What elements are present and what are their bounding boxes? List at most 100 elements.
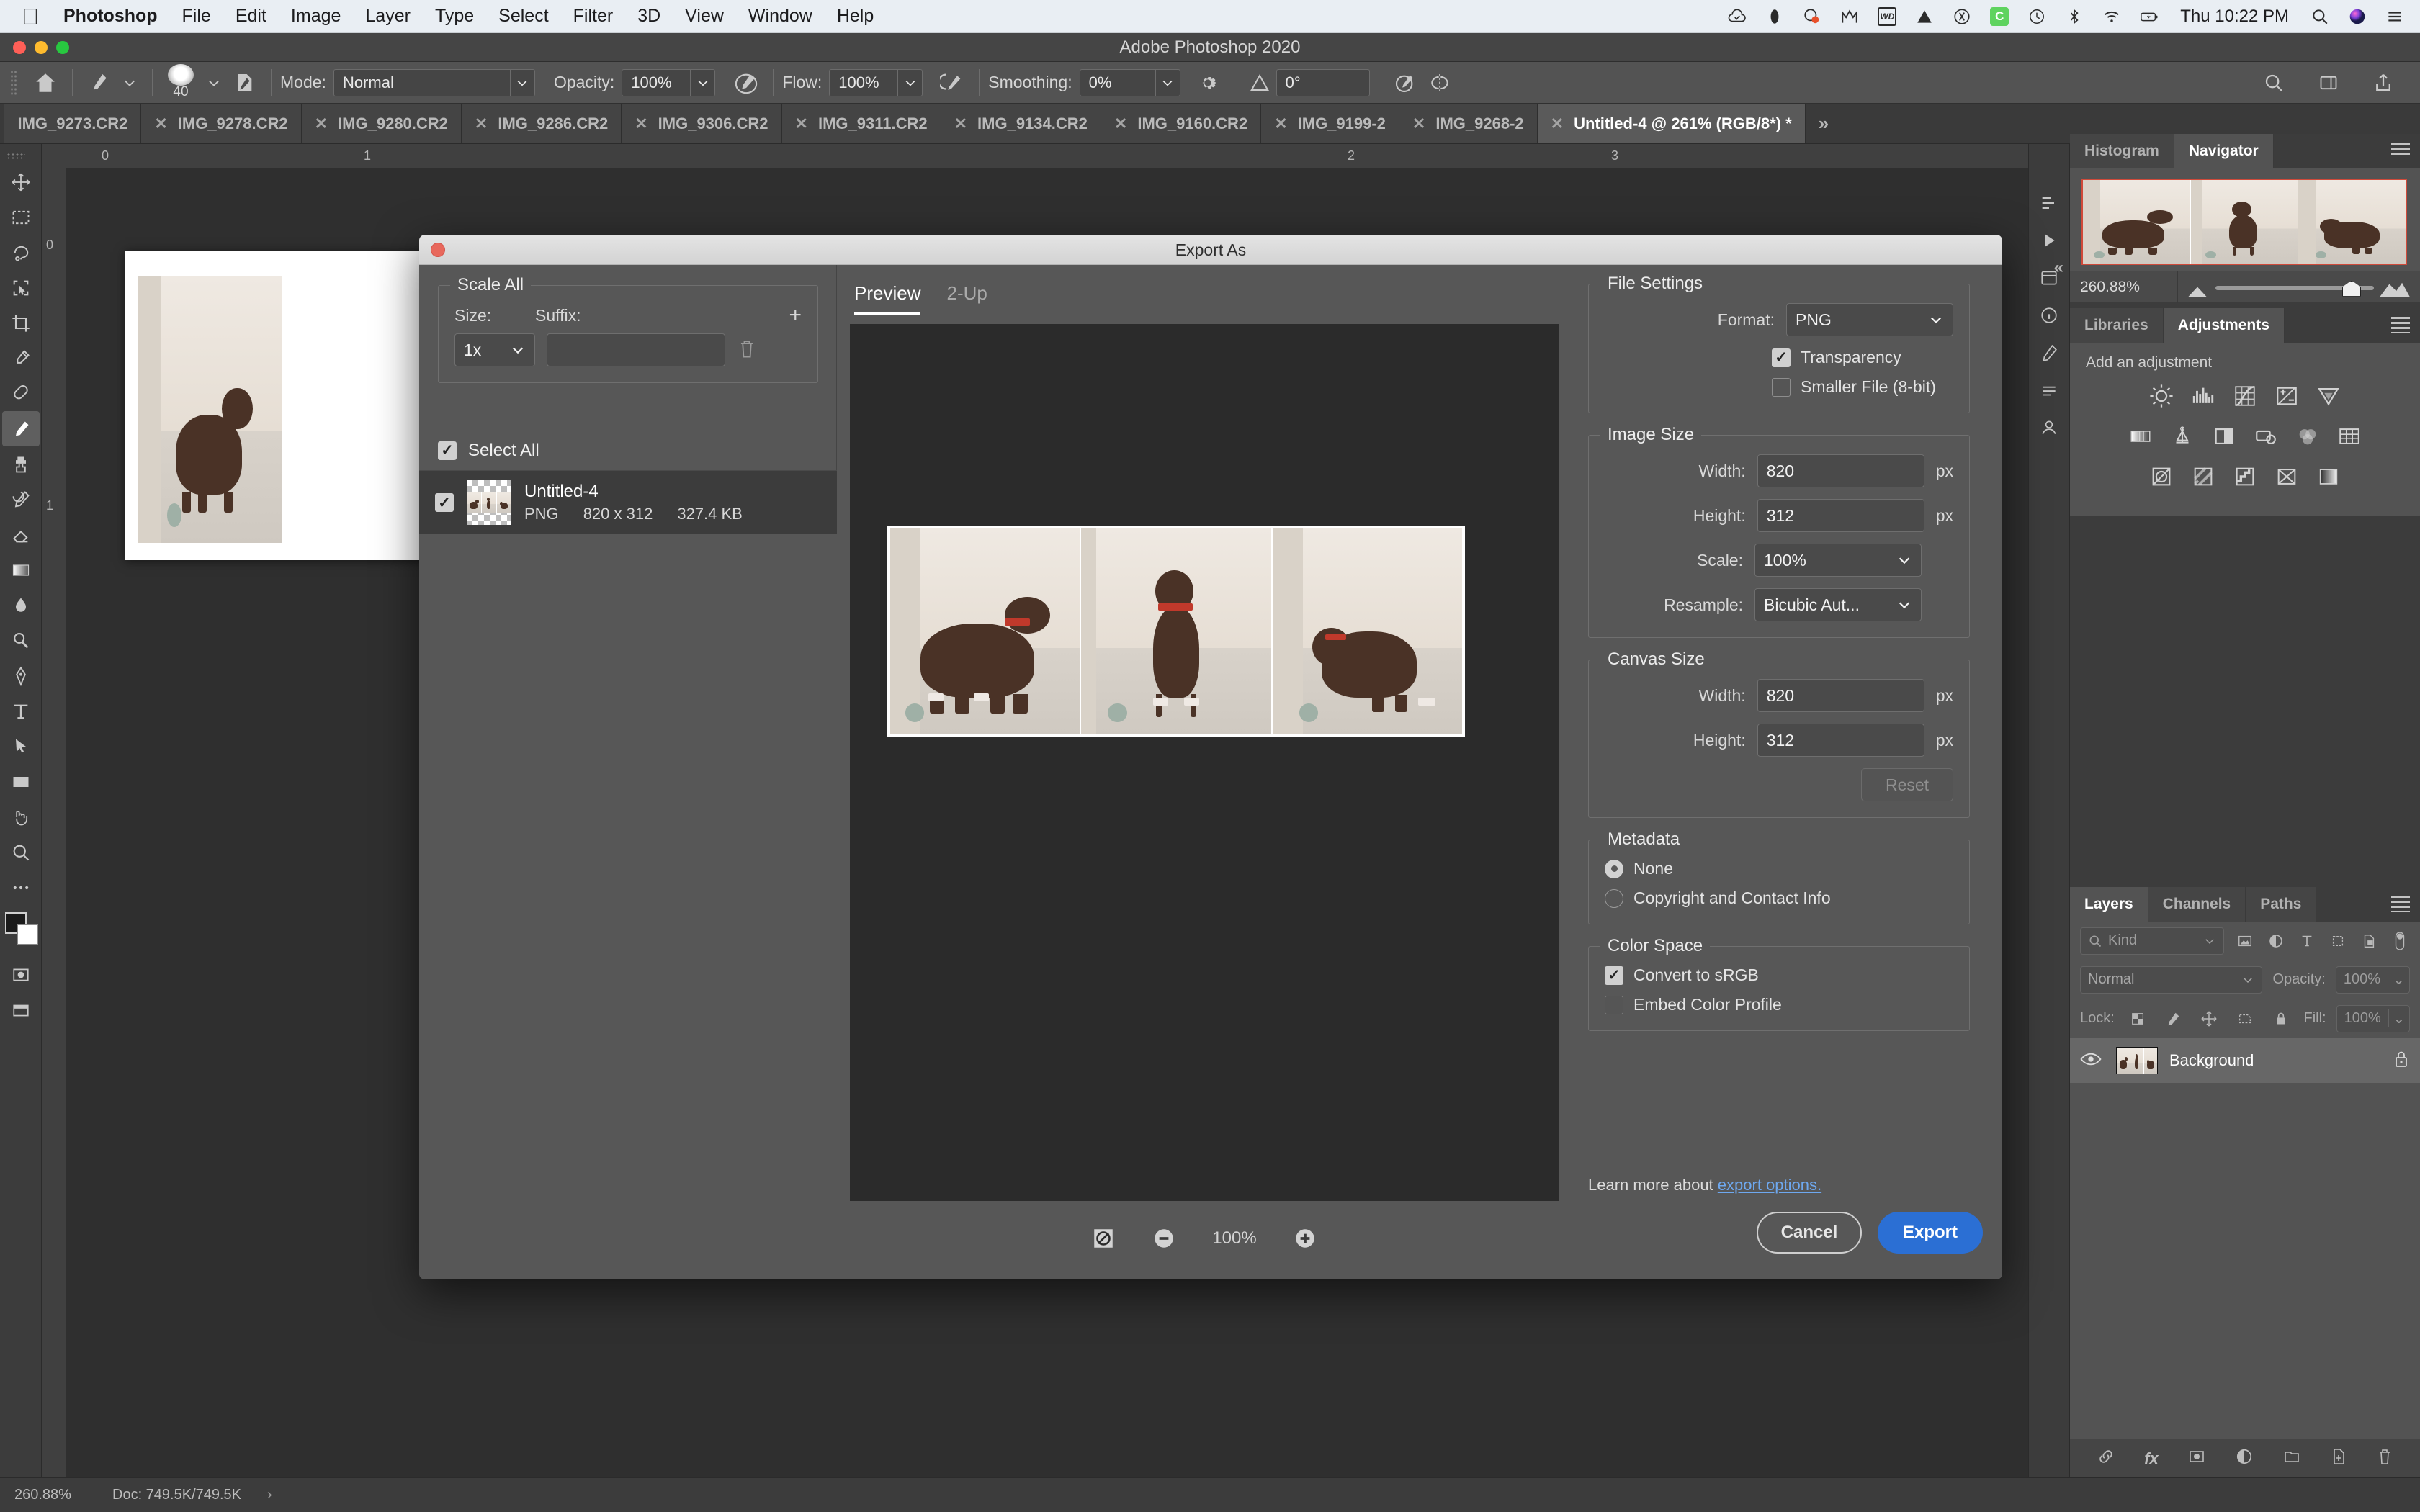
suffix-input[interactable] — [547, 333, 725, 366]
flow-input[interactable]: 100% — [829, 68, 923, 96]
close-icon[interactable]: ✕ — [1114, 114, 1127, 133]
menu-item-view[interactable]: View — [685, 6, 724, 27]
pressure-size-icon[interactable] — [1388, 67, 1422, 99]
curves-icon[interactable] — [2231, 382, 2259, 410]
rectangle-tool-icon[interactable] — [2, 764, 40, 799]
menu-item-filter[interactable]: Filter — [573, 6, 614, 27]
tab-histogram[interactable]: Histogram — [2070, 134, 2174, 168]
plus-icon[interactable]: + — [789, 305, 802, 326]
smart-object-filter-icon[interactable] — [2358, 929, 2379, 953]
control-center-icon[interactable] — [2385, 7, 2404, 26]
preview-stage[interactable] — [850, 324, 1559, 1201]
menu-bar-clock[interactable]: Thu 10:22 PM — [2180, 6, 2289, 27]
smaller-file-checkbox[interactable] — [1772, 377, 1791, 397]
history-panel-icon[interactable] — [2030, 184, 2068, 222]
shape-filter-icon[interactable] — [2327, 929, 2348, 953]
pressure-opacity-icon[interactable] — [728, 67, 764, 99]
close-icon[interactable]: ✕ — [1412, 114, 1425, 133]
export-options-link[interactable]: export options. — [1718, 1176, 1821, 1194]
bluetooth-app-icon[interactable] — [1953, 7, 1971, 26]
metadata-none-radio[interactable] — [1605, 859, 1623, 878]
canvas-width-input[interactable]: 820 — [1757, 679, 1924, 712]
invert-icon[interactable] — [2147, 462, 2176, 491]
close-icon[interactable]: ✕ — [315, 114, 328, 133]
tab-img-9134[interactable]: ✕ IMG_9134.CR2 — [941, 104, 1101, 143]
actions-panel-icon[interactable] — [2030, 222, 2068, 259]
tab-img-9311[interactable]: ✕ IMG_9311.CR2 — [781, 104, 941, 143]
convert-srgb-row[interactable]: ✓ Convert to sRGB — [1605, 966, 1953, 985]
angle-input[interactable]: 0° — [1276, 68, 1370, 96]
close-icon[interactable]: ✕ — [475, 114, 488, 133]
pixel-filter-icon[interactable] — [2234, 929, 2255, 953]
brush-settings-icon[interactable] — [228, 67, 262, 99]
black-white-icon[interactable] — [2210, 422, 2238, 451]
tab-img-9280[interactable]: ✕ IMG_9280.CR2 — [301, 104, 462, 143]
dodge-tool-icon[interactable] — [2, 623, 40, 658]
smoothing-input[interactable]: 0% — [1079, 68, 1180, 96]
trash-icon[interactable] — [737, 338, 757, 363]
menu-item-file[interactable]: File — [182, 6, 211, 27]
format-select[interactable]: PNG — [1786, 303, 1953, 336]
close-icon[interactable]: ✕ — [635, 114, 647, 133]
file-item-checkbox[interactable]: ✓ — [435, 493, 454, 512]
scale-size-select[interactable]: 1x — [454, 333, 535, 366]
tab-img-9286[interactable]: ✕ IMG_9286.CR2 — [461, 104, 622, 143]
new-layer-icon[interactable] — [2330, 1447, 2347, 1470]
vibrance-icon[interactable] — [2314, 382, 2343, 410]
new-fill-adjustment-icon[interactable] — [2235, 1447, 2254, 1470]
brush-tool-icon[interactable] — [1, 411, 40, 446]
metadata-copyright-radio[interactable] — [1605, 888, 1623, 908]
tab-layers[interactable]: Layers — [2070, 887, 2148, 922]
select-all-row[interactable]: ✓ Select All — [419, 431, 837, 471]
metadata-option-copyright[interactable]: Copyright and Contact Info — [1605, 888, 1953, 908]
menu-item-help[interactable]: Help — [837, 6, 874, 27]
pen-tool-icon[interactable] — [2, 658, 40, 693]
select-all-checkbox[interactable]: ✓ — [438, 441, 457, 460]
exposure-icon[interactable] — [2272, 382, 2301, 410]
close-icon[interactable]: ✕ — [154, 114, 167, 133]
zoom-out-icon[interactable] — [1152, 1226, 1176, 1251]
cancel-button[interactable]: Cancel — [1757, 1212, 1862, 1254]
eye-icon[interactable] — [2080, 1051, 2105, 1071]
navigator-zoom-value[interactable]: 260.88% — [2070, 271, 2178, 303]
layer-filter-kind-select[interactable]: Kind — [2080, 927, 2224, 955]
time-machine-icon[interactable] — [2027, 7, 2046, 26]
close-icon[interactable]: ✕ — [1274, 114, 1287, 133]
transparency-checkbox[interactable]: ✓ — [1772, 348, 1791, 367]
background-color-swatch[interactable] — [16, 924, 38, 945]
filter-toggle-icon[interactable] — [2389, 929, 2410, 953]
large-mountain-icon[interactable] — [2380, 282, 2410, 297]
fit-to-screen-icon[interactable] — [1091, 1226, 1116, 1251]
export-button[interactable]: Export — [1878, 1212, 1983, 1254]
image-width-input[interactable]: 820 — [1757, 454, 1924, 487]
new-group-icon[interactable] — [2282, 1448, 2301, 1469]
move-tool-icon[interactable] — [2, 164, 40, 199]
tab-img-9306[interactable]: ✕ IMG_9306.CR2 — [622, 104, 782, 143]
brush-settings-panel-icon[interactable] — [2030, 334, 2068, 372]
marquee-tool-icon[interactable] — [2, 199, 40, 235]
menu-item-window[interactable]: Window — [748, 6, 812, 27]
embed-profile-row[interactable]: Embed Color Profile — [1605, 995, 1953, 1014]
tab-2up[interactable]: 2-Up — [946, 282, 987, 315]
gear-icon[interactable] — [1191, 67, 1225, 99]
crop-tool-icon[interactable] — [2, 305, 40, 341]
blur-tool-icon[interactable] — [2, 588, 40, 623]
delete-layer-icon[interactable] — [2376, 1447, 2393, 1470]
lock-all-icon[interactable] — [2268, 1007, 2294, 1031]
battery-icon[interactable] — [2140, 7, 2159, 26]
tab-paths[interactable]: Paths — [2246, 887, 2317, 922]
history-brush-tool-icon[interactable] — [2, 482, 40, 517]
menu-item-edit[interactable]: Edit — [236, 6, 266, 27]
workspace-icon[interactable] — [2312, 67, 2345, 99]
image-height-input[interactable]: 312 — [1757, 499, 1924, 532]
symmetry-icon[interactable] — [1422, 67, 1457, 99]
hand-tool-icon[interactable] — [2, 799, 40, 834]
wd-drive-icon[interactable]: WD — [1878, 7, 1897, 26]
eyedropper-tool-icon[interactable] — [2, 341, 40, 376]
brush-size-chevron-down-icon[interactable] — [200, 67, 228, 99]
layer-mask-icon[interactable] — [2187, 1448, 2206, 1469]
menu-item-select[interactable]: Select — [498, 6, 548, 27]
search-icon[interactable] — [2257, 67, 2290, 99]
options-bar-grip[interactable] — [10, 69, 17, 96]
bluetooth-icon[interactable] — [2065, 7, 2084, 26]
